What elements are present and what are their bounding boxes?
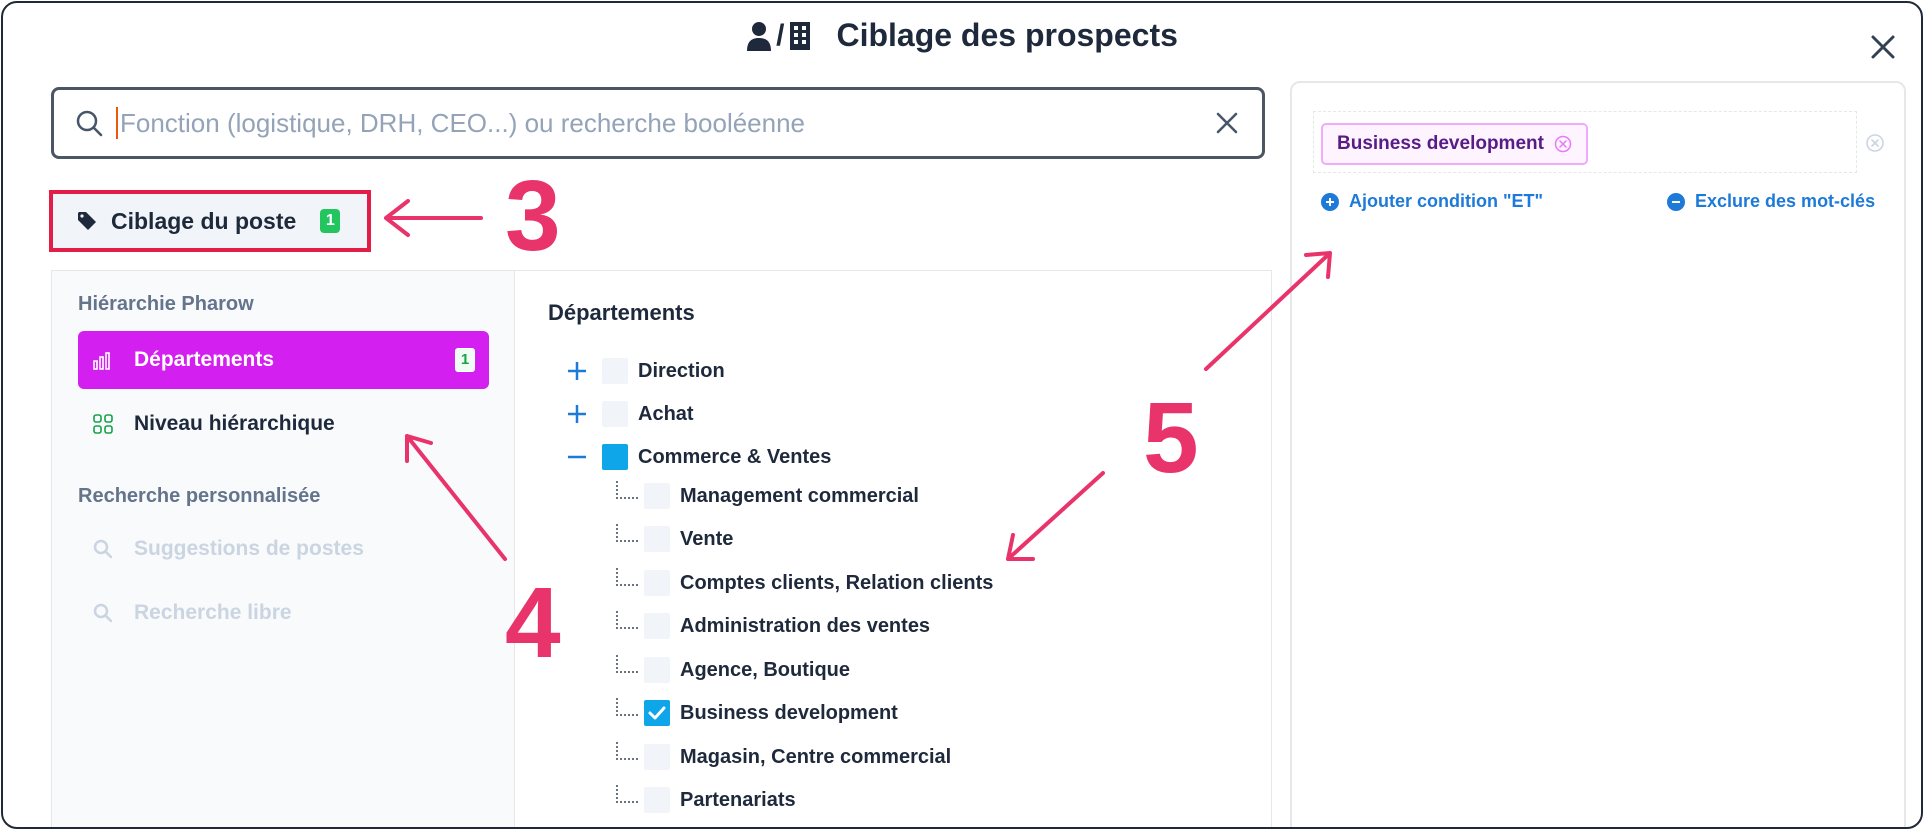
tree-child-vente[interactable]: Vente bbox=[644, 524, 733, 554]
tree-child-administration-ventes[interactable]: Administration des ventes bbox=[644, 611, 930, 641]
count-badge: 1 bbox=[455, 348, 475, 372]
tree-child-management-commercial[interactable]: Management commercial bbox=[644, 481, 919, 511]
tree-item-commerce-ventes[interactable]: Commerce & Ventes bbox=[566, 442, 831, 472]
person-icon bbox=[747, 21, 772, 51]
selected-chip[interactable]: Business development bbox=[1321, 123, 1588, 165]
page-title: Ciblage des prospects bbox=[836, 17, 1178, 53]
icon-separator: / bbox=[776, 18, 785, 52]
tree-child-business-development[interactable]: Business development bbox=[644, 698, 898, 728]
tree-item-label: Business development bbox=[680, 701, 898, 724]
tree-item-label: Achat bbox=[638, 402, 694, 425]
checkbox[interactable] bbox=[644, 526, 670, 552]
nav-item-label: Départements bbox=[134, 348, 275, 371]
ciblage-label: Ciblage du poste bbox=[111, 207, 297, 234]
expand-plus-icon[interactable] bbox=[566, 403, 588, 425]
tree-item-achat[interactable]: Achat bbox=[566, 399, 694, 429]
grid-icon bbox=[93, 414, 113, 434]
tree-item-label: Magasin, Centre commercial bbox=[680, 745, 952, 768]
tree-child-agence-boutique[interactable]: Agence, Boutique bbox=[644, 655, 850, 685]
tree-item-label: Vente bbox=[680, 527, 734, 550]
checkbox[interactable] bbox=[644, 570, 670, 596]
search-box bbox=[51, 87, 1265, 159]
checkbox[interactable] bbox=[602, 401, 628, 427]
nav-item-recherche-libre[interactable]: Recherche libre bbox=[78, 584, 489, 642]
tree-child-partenariats[interactable]: Partenariats bbox=[644, 785, 796, 815]
section-hierarchie-label: Hiérarchie Pharow bbox=[78, 293, 254, 315]
tree-connector bbox=[616, 742, 638, 760]
expand-plus-icon[interactable] bbox=[566, 360, 588, 382]
plus-circle-icon bbox=[1321, 192, 1339, 211]
clear-search-icon[interactable] bbox=[1212, 108, 1242, 138]
nav-item-label: Niveau hiérarchique bbox=[134, 412, 335, 435]
annotation-3: 3 bbox=[505, 160, 561, 272]
annotation-4: 4 bbox=[505, 567, 561, 679]
tree-item-direction[interactable]: Direction bbox=[566, 356, 725, 386]
checkbox[interactable] bbox=[602, 358, 628, 384]
title-icons: / bbox=[746, 19, 812, 53]
checkbox[interactable] bbox=[644, 657, 670, 683]
nav-item-label: Recherche libre bbox=[134, 601, 292, 624]
search-input[interactable] bbox=[118, 106, 1212, 140]
modal-frame: / Ciblage des prospects Ciblage du poste… bbox=[1, 1, 1923, 829]
remove-chip-icon[interactable] bbox=[1554, 135, 1572, 153]
tag-icon bbox=[78, 212, 96, 230]
tree-connector bbox=[616, 611, 638, 629]
checkmark-icon bbox=[648, 706, 666, 720]
collapse-minus-icon[interactable] bbox=[566, 446, 588, 468]
exclude-label: Exclure des mot-clés bbox=[1695, 191, 1876, 211]
departments-title: Départements bbox=[548, 300, 695, 325]
tree-item-label: Commerce & Ventes bbox=[638, 445, 832, 468]
add-and-label: Ajouter condition "ET" bbox=[1349, 191, 1544, 211]
tree-item-label: Comptes clients, Relation clients bbox=[680, 571, 994, 594]
section-recherche-label: Recherche personnalisée bbox=[78, 485, 321, 507]
nav-item-suggestions[interactable]: Suggestions de postes bbox=[78, 520, 489, 578]
tree-connector bbox=[616, 568, 638, 586]
search-icon bbox=[93, 539, 113, 559]
tree-item-label: Management commercial bbox=[680, 484, 919, 507]
tree-connector bbox=[616, 524, 638, 542]
checkbox-indeterminate[interactable] bbox=[602, 444, 628, 470]
clear-all-icon[interactable] bbox=[1865, 133, 1885, 153]
tree-item-label: Administration des ventes bbox=[680, 614, 931, 637]
count-badge: 1 bbox=[320, 209, 341, 233]
chart-bars-icon bbox=[93, 352, 110, 370]
tree-child-comptes-clients[interactable]: Comptes clients, Relation clients bbox=[644, 568, 993, 598]
nav-item-niveau-hierarchique[interactable]: Niveau hiérarchique bbox=[78, 395, 489, 453]
tree-item-label: Partenariats bbox=[680, 788, 796, 811]
building-icon bbox=[790, 21, 811, 50]
search-icon bbox=[76, 110, 103, 137]
tree-connector bbox=[616, 698, 638, 716]
tree-item-label: Agence, Boutique bbox=[680, 658, 851, 681]
arrow-3 bbox=[384, 199, 483, 237]
close-icon[interactable] bbox=[1865, 29, 1901, 65]
add-and-condition-button[interactable]: Ajouter condition "ET" bbox=[1321, 191, 1543, 212]
checkbox[interactable] bbox=[644, 483, 670, 509]
chip-label: Business development bbox=[1337, 133, 1544, 154]
checkbox[interactable] bbox=[644, 787, 670, 813]
tree-child-magasin[interactable]: Magasin, Centre commercial bbox=[644, 742, 951, 772]
tree-item-label: Direction bbox=[638, 359, 725, 382]
checkbox[interactable] bbox=[644, 613, 670, 639]
ciblage-du-poste-button[interactable]: Ciblage du poste 1 bbox=[49, 190, 371, 252]
nav-item-label: Suggestions de postes bbox=[134, 537, 364, 560]
annotation-5: 5 bbox=[1143, 382, 1199, 494]
checkbox[interactable] bbox=[644, 744, 670, 770]
checkbox-checked[interactable] bbox=[644, 700, 670, 726]
exclude-keywords-button[interactable]: Exclure des mot-clés bbox=[1667, 191, 1875, 212]
modal-title-bar: / Ciblage des prospects bbox=[3, 17, 1921, 54]
nav-item-departements[interactable]: Départements 1 bbox=[78, 331, 489, 389]
tree-connector bbox=[616, 481, 638, 499]
minus-circle-icon bbox=[1667, 192, 1685, 211]
search-icon bbox=[93, 603, 113, 623]
tree-connector bbox=[616, 785, 638, 803]
tree-connector bbox=[616, 655, 638, 673]
